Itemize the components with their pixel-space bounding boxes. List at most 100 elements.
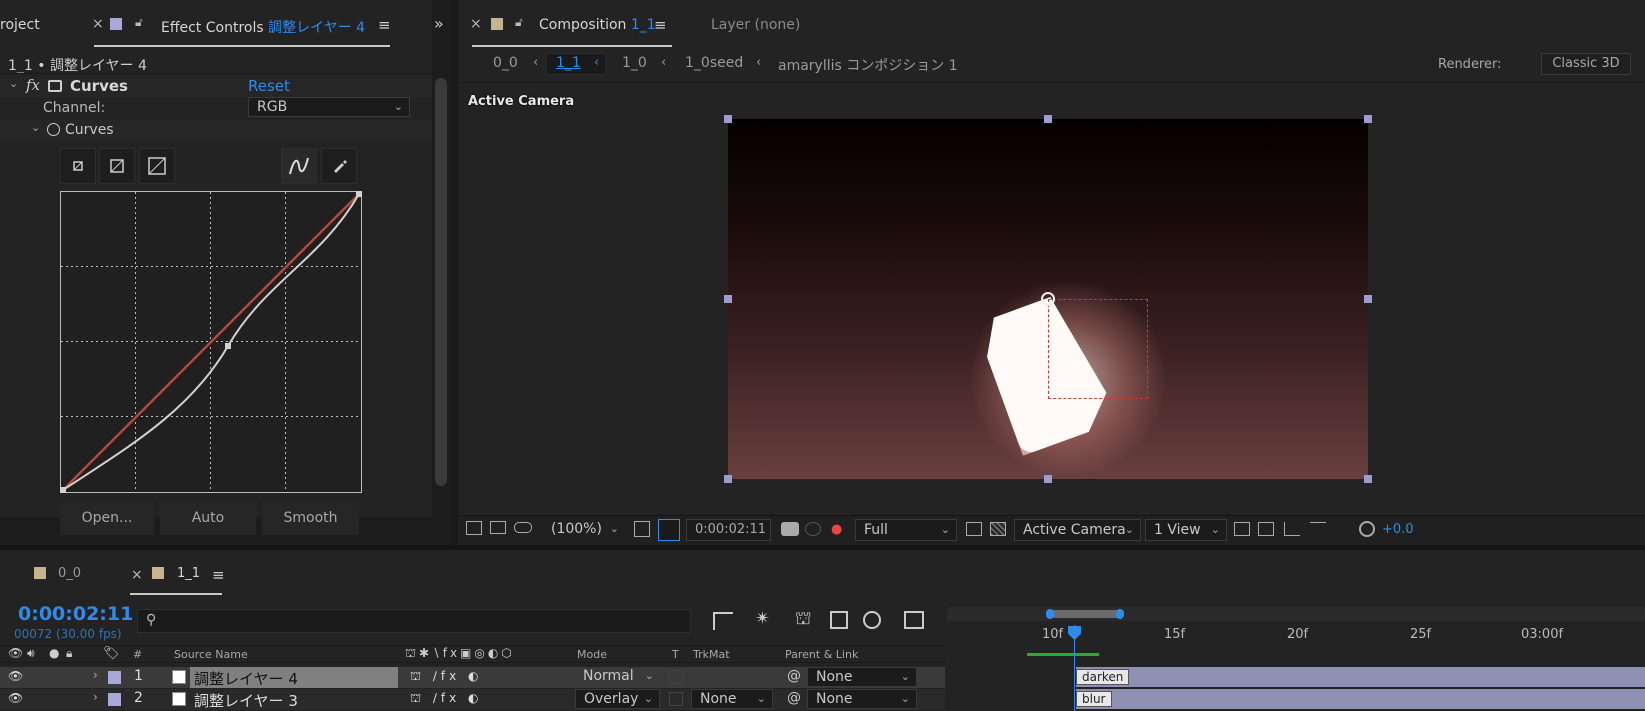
color-channels-icon[interactable]: ● [831, 522, 842, 537]
label-color-swatch[interactable] [108, 693, 121, 706]
open-button[interactable]: Open... [60, 501, 154, 535]
flowchart-icon[interactable] [1310, 522, 1326, 536]
graph-size-small-button[interactable] [60, 148, 96, 184]
layer-marker[interactable]: blur [1076, 691, 1112, 707]
parent-dropdown[interactable]: None ⌄ [807, 689, 917, 709]
playhead-handle[interactable] [1068, 626, 1081, 640]
camera-dropdown[interactable]: Active Camera ⌄ [1014, 519, 1141, 541]
frame-handle[interactable] [1044, 115, 1052, 123]
scrollbar-thumb[interactable] [435, 78, 447, 486]
toggle-mask-visibility-icon[interactable] [658, 519, 680, 541]
fx-icon[interactable]: fx [26, 76, 40, 94]
frame-handle[interactable] [1364, 115, 1372, 123]
switches-icons[interactable]: ⛫ ∕fx ◐ [410, 669, 483, 685]
eye-icon[interactable]: 👁︎ [8, 691, 23, 705]
parent-dropdown[interactable]: None ⌄ [807, 667, 917, 687]
anchor-point-icon[interactable] [1041, 292, 1055, 306]
col-mode[interactable]: Mode [577, 648, 607, 661]
tab-project[interactable]: roject [0, 17, 40, 33]
work-area-range[interactable] [1049, 610, 1121, 618]
lock-icon[interactable]: 🔓︎ [135, 15, 143, 30]
col-source-name[interactable]: Source Name [174, 648, 248, 661]
switches-icons[interactable]: ⛫ ∕fx ◐ [410, 691, 483, 707]
fast-previews-icon[interactable] [966, 522, 982, 536]
layer-duration-bar[interactable]: blur [1076, 689, 1645, 709]
auto-button[interactable]: Auto [160, 501, 256, 535]
effect-row-curves[interactable]: ⌄ fx Curves Reset [0, 76, 432, 98]
breadcrumb-comp[interactable]: 1_0 [622, 55, 647, 71]
layer-row[interactable]: 👁︎ › 1 調整レイヤー 4 ⛫ ∕fx ◐ Normal ⌄ @ None … [0, 667, 945, 688]
breadcrumb-comp[interactable]: 0_0 [493, 55, 518, 71]
curve-endpoint-low[interactable] [60, 487, 66, 493]
mode-dropdown[interactable]: Overlay ⌄ [575, 689, 660, 709]
panel-menu-icon[interactable]: ≡ [212, 566, 225, 584]
transparency-grid-icon[interactable] [990, 522, 1006, 536]
layer-bounding-box[interactable] [1048, 299, 1148, 399]
curve-endpoint-high[interactable] [356, 191, 362, 197]
lock-icon[interactable]: 🔒︎ [66, 646, 72, 661]
panel-menu-icon[interactable]: ≡ [654, 16, 667, 34]
always-preview-icon[interactable] [466, 521, 482, 535]
composition-frame[interactable] [728, 119, 1368, 479]
graph-size-large-button[interactable] [139, 148, 175, 184]
frame-handle[interactable] [1044, 475, 1052, 483]
layer-duration-bar[interactable]: darken [1076, 667, 1645, 687]
col-number[interactable]: # [133, 648, 142, 661]
timeline-tab-active[interactable]: 1_1 [177, 566, 200, 581]
vr-goggles-icon[interactable] [514, 522, 532, 533]
frame-handle[interactable] [1364, 295, 1372, 303]
channel-dropdown[interactable]: RGB ⌄ [248, 97, 410, 117]
layer-row[interactable]: 👁︎ › 2 調整レイヤー 3 ⛫ ∕fx ◐ Overlay ⌄ None ⌄… [0, 689, 945, 710]
preserve-transparency-checkbox[interactable] [669, 692, 683, 706]
draft-3d-icon[interactable]: ✴ [755, 608, 770, 629]
stopwatch-icon[interactable] [47, 123, 60, 136]
chevron-down-icon[interactable]: ⌄ [9, 77, 18, 90]
smooth-button[interactable]: Smooth [262, 501, 359, 535]
layer-name-field[interactable]: 調整レイヤー 4 [190, 667, 398, 688]
eye-icon[interactable]: 👁︎ [8, 669, 23, 683]
graph-size-medium-button[interactable] [99, 148, 135, 184]
comp-mini-flowchart-icon[interactable] [713, 612, 733, 630]
panel-menu-icon[interactable]: ≡ [378, 16, 391, 34]
preserve-transparency-checkbox[interactable] [669, 670, 683, 684]
view-layout-dropdown[interactable]: 1 View ⌄ [1145, 519, 1227, 541]
solo-icon[interactable]: ● [49, 646, 59, 660]
timecode-field[interactable]: 0:00:02:11 [686, 519, 771, 541]
curve-point[interactable] [225, 343, 231, 349]
pickwhip-icon[interactable]: @ [787, 690, 801, 706]
breadcrumb-comp[interactable]: amaryllis コンポジション 1 [778, 55, 958, 75]
frame-handle[interactable] [724, 295, 732, 303]
fast-preview-lightning-icon[interactable] [1258, 522, 1274, 536]
reset-link[interactable]: Reset [248, 77, 290, 95]
col-parent[interactable]: Parent & Link [785, 648, 858, 661]
layer-name[interactable]: 調整レイヤー 3 [194, 690, 298, 711]
show-snapshot-icon[interactable] [805, 522, 821, 536]
breadcrumb-comp[interactable]: 1_0seed [685, 55, 743, 71]
tab-effect-controls[interactable]: Effect Controls 調整レイヤー 4 [161, 17, 365, 37]
tab-composition[interactable]: Composition 1_1 [539, 17, 656, 33]
motion-blur-icon[interactable] [863, 611, 881, 629]
frame-handle[interactable] [724, 475, 732, 483]
exposure-value[interactable]: +0.0 [1382, 522, 1414, 537]
toggle-pixel-aspect-icon[interactable] [1234, 522, 1250, 536]
reset-exposure-icon[interactable] [1359, 521, 1375, 537]
close-icon[interactable]: × [470, 16, 482, 32]
region-of-interest-icon[interactable] [634, 521, 650, 537]
comp-viewer[interactable]: Active Camera [458, 83, 1645, 513]
resolution-dropdown[interactable]: Full ⌄ [855, 519, 957, 541]
chevron-right-icon[interactable]: › [93, 668, 98, 682]
chevron-right-icon[interactable]: › [93, 690, 98, 704]
renderer-button[interactable]: Classic 3D [1541, 53, 1631, 75]
label-color-swatch[interactable] [108, 671, 121, 684]
monitor-icon[interactable] [490, 521, 506, 534]
timeline-tab[interactable]: 0_0 [58, 566, 81, 581]
label-tag-icon[interactable]: 🏷︎ [103, 646, 120, 661]
graph-editor-icon[interactable] [904, 611, 924, 629]
eye-icon[interactable]: 👁︎ [8, 646, 23, 660]
breadcrumb-comp[interactable]: 1_1 [556, 55, 581, 71]
chevron-down-icon[interactable]: ⌄ [31, 121, 40, 134]
lock-icon[interactable]: 🔓︎ [515, 15, 523, 30]
frame-blending-icon[interactable] [830, 611, 848, 629]
pickwhip-icon[interactable]: @ [787, 668, 801, 684]
frame-handle[interactable] [1364, 475, 1372, 483]
